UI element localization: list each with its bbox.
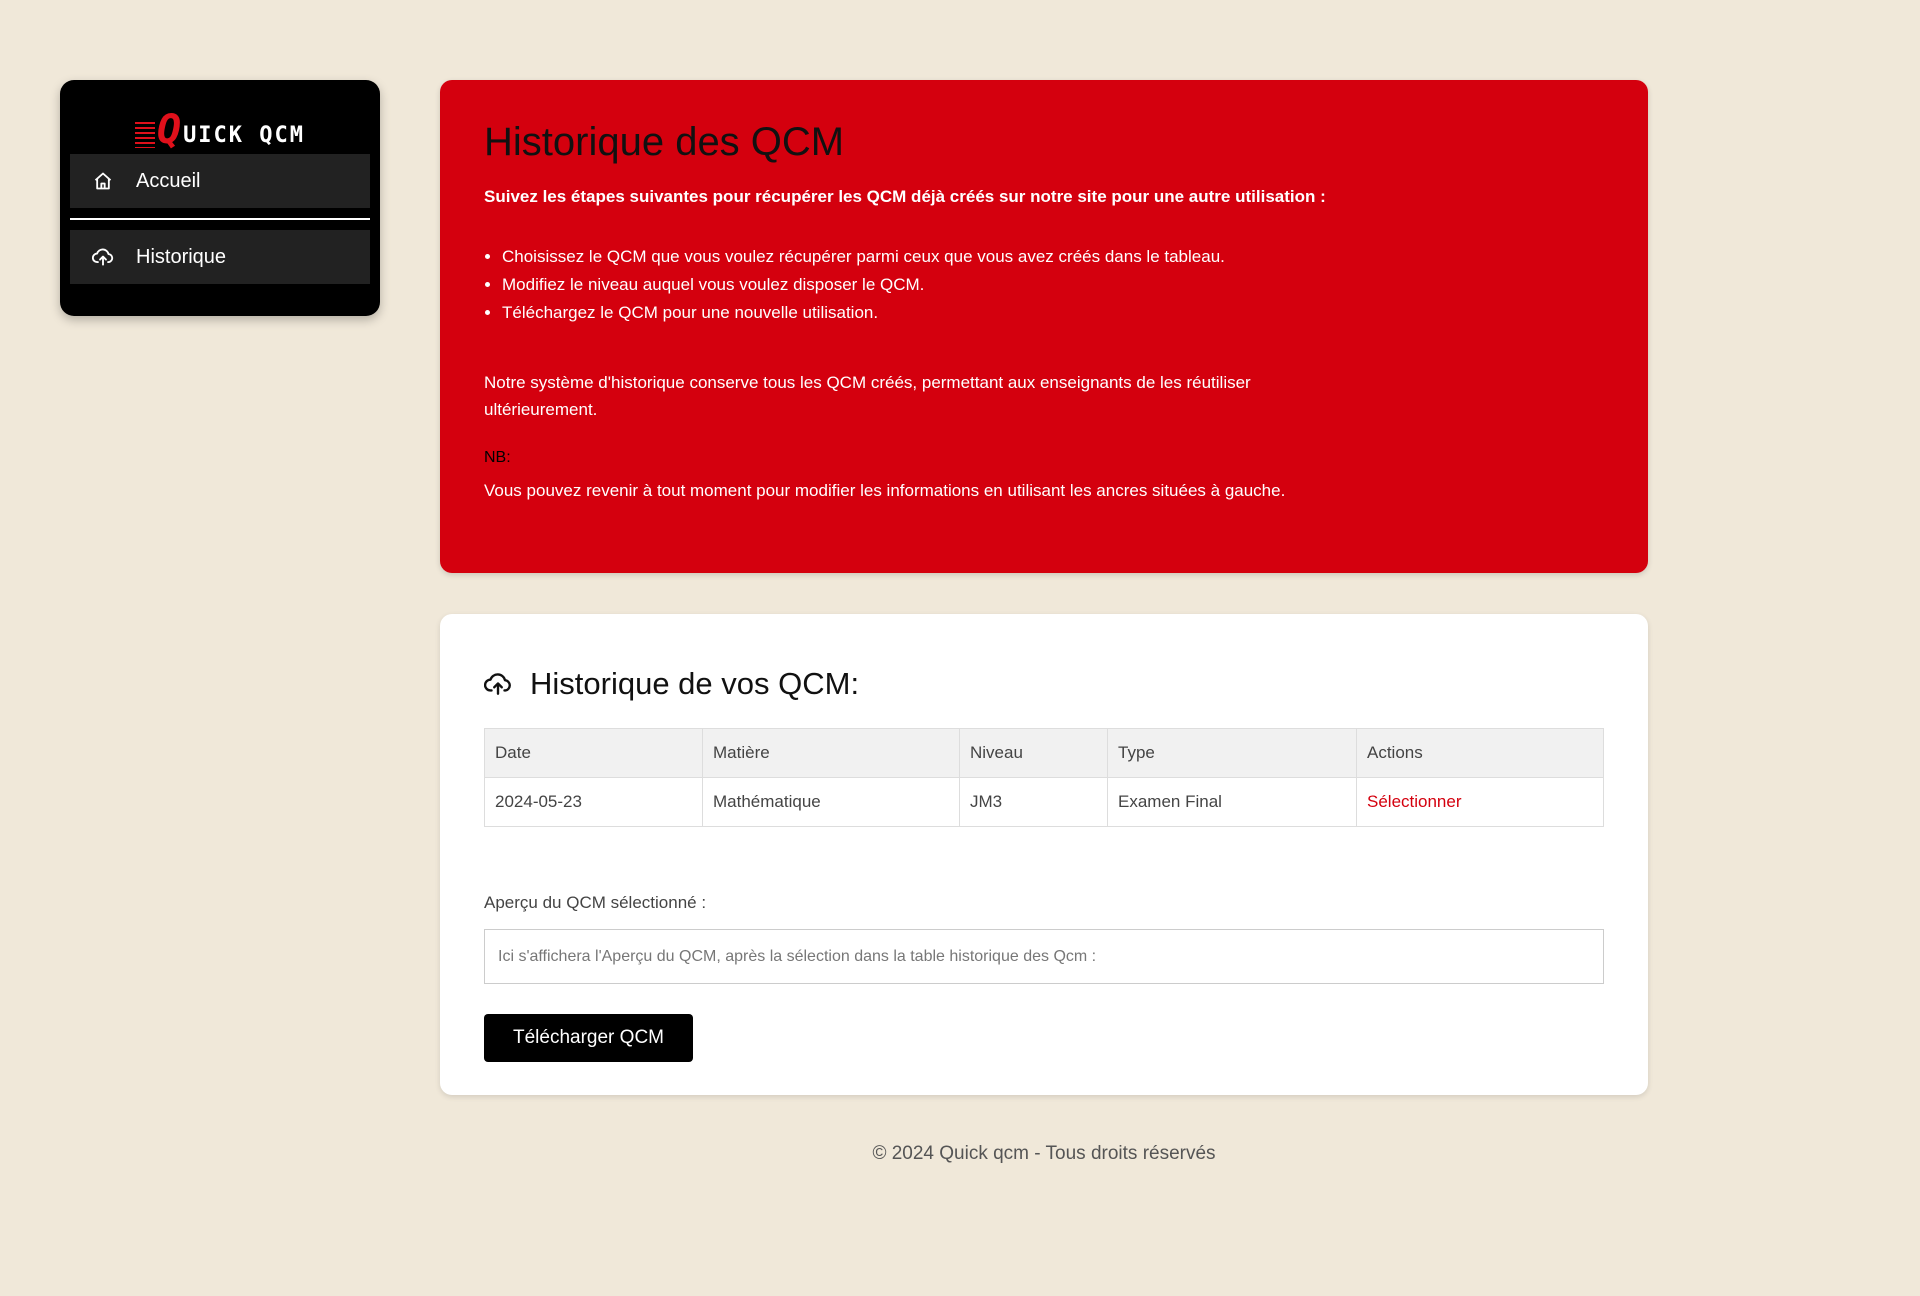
cloud-upload-icon bbox=[92, 246, 114, 268]
cell-matiere: Mathématique bbox=[702, 777, 960, 827]
cell-type: Examen Final bbox=[1107, 777, 1357, 827]
history-card: Historique de vos QCM: Date Matière Nive… bbox=[440, 614, 1648, 1095]
table-row: 2024-05-23 Mathématique JM3 Examen Final… bbox=[484, 777, 1604, 827]
nb-text: Vous pouvez revenir à tout moment pour m… bbox=[484, 481, 1286, 500]
steps-list: Choisissez le QCM que vous voulez récupé… bbox=[484, 243, 1604, 327]
column-header-type: Type bbox=[1107, 728, 1357, 778]
logo[interactable]: Q UICK QCM bbox=[70, 110, 370, 150]
cell-niveau: JM3 bbox=[959, 777, 1108, 827]
footer-copyright: © 2024 Quick qcm - Tous droits réservés bbox=[872, 1143, 1216, 1164]
preview-field[interactable]: Ici s'affichera l'Aperçu du QCM, après l… bbox=[484, 929, 1604, 984]
logo-initial: Q bbox=[156, 107, 184, 153]
download-button[interactable]: Télécharger QCM bbox=[484, 1014, 693, 1062]
column-header-actions: Actions bbox=[1356, 728, 1604, 778]
info-paragraph: Notre système d'historique conserve tous… bbox=[484, 373, 1251, 419]
column-header-date: Date bbox=[484, 728, 703, 778]
select-link[interactable]: Sélectionner bbox=[1356, 777, 1604, 827]
page-title: Historique des QCM bbox=[484, 120, 845, 164]
sidebar: Q UICK QCM Accueil Historique bbox=[60, 80, 380, 316]
list-item: Téléchargez le QCM pour une nouvelle uti… bbox=[502, 299, 1604, 327]
column-header-matiere: Matière bbox=[702, 728, 960, 778]
sidebar-item-label: Accueil bbox=[136, 169, 201, 192]
table-header-row: Date Matière Niveau Type Actions bbox=[484, 728, 1604, 778]
logo-text: UICK QCM bbox=[183, 123, 306, 148]
preview-label: Aperçu du QCM sélectionné : bbox=[484, 893, 707, 912]
history-table: Date Matière Niveau Type Actions 2024-05… bbox=[484, 728, 1604, 827]
speed-lines-icon bbox=[134, 122, 155, 148]
cloud-upload-icon bbox=[484, 670, 512, 698]
info-card: Historique des QCM Suivez les étapes sui… bbox=[440, 80, 1648, 573]
sidebar-divider bbox=[70, 218, 370, 220]
history-title: Historique de vos QCM: bbox=[530, 666, 860, 701]
cell-date: 2024-05-23 bbox=[484, 777, 703, 827]
list-item: Modifiez le niveau auquel vous voulez di… bbox=[502, 271, 1604, 299]
sidebar-item-historique[interactable]: Historique bbox=[70, 230, 370, 284]
sidebar-item-accueil[interactable]: Accueil bbox=[70, 154, 370, 208]
list-item: Choisissez le QCM que vous voulez récupé… bbox=[502, 243, 1604, 271]
info-lead: Suivez les étapes suivantes pour récupér… bbox=[484, 187, 1326, 206]
column-header-niveau: Niveau bbox=[959, 728, 1108, 778]
history-heading: Historique de vos QCM: bbox=[484, 664, 1604, 704]
nb-label: NB: bbox=[484, 449, 511, 466]
sidebar-item-label: Historique bbox=[136, 245, 227, 268]
home-icon bbox=[92, 170, 114, 192]
